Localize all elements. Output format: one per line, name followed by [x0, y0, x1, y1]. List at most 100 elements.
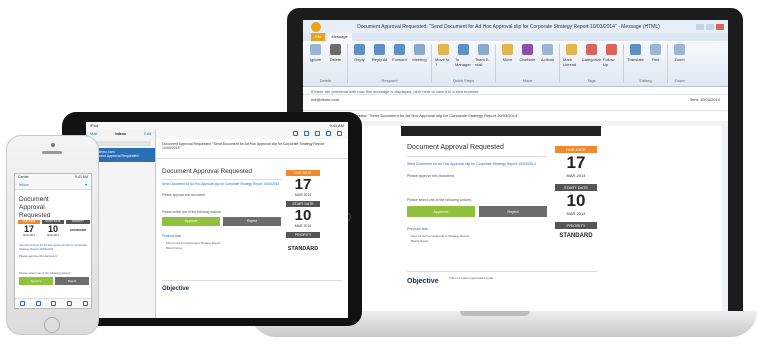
chevron-down-icon[interactable]: ▾ — [85, 182, 87, 187]
reply-all-button[interactable]: Reply All — [371, 44, 388, 62]
vertical-scrollbar[interactable] — [722, 126, 728, 311]
phone-due-day: 17 — [23, 224, 34, 234]
tablet-carrier: iPad — [90, 123, 99, 128]
inbox-title: Inbox — [115, 131, 127, 136]
tab-message[interactable]: Message — [327, 33, 352, 41]
info-bar[interactable]: If there are problems with how this mess… — [303, 87, 728, 95]
tablet-priority-value: STANDARD — [287, 246, 319, 252]
team-email-icon — [478, 44, 489, 55]
tablet-priority-label: PRIORITY — [286, 232, 320, 238]
find-button[interactable]: Find — [647, 44, 664, 62]
priority-label: PRIORITY — [555, 222, 597, 229]
move-to-button[interactable]: Move to: ? — [435, 44, 452, 67]
tablet-document-link[interactable]: Send Document for Ad Hoc Approval slip f… — [162, 182, 282, 186]
onenote-button[interactable]: OneNote — [519, 44, 536, 62]
ribbon-tabs: File Message — [303, 33, 728, 41]
footer-note: This is a system generated email. — [449, 276, 494, 280]
meeting-icon — [414, 44, 425, 55]
tablet-reject-button[interactable]: Reject — [223, 217, 281, 226]
delete-button[interactable]: Delete — [327, 44, 344, 62]
phone-start-month: MAR 2014 — [47, 234, 59, 237]
folder-icon[interactable] — [304, 131, 309, 136]
zoom-icon — [674, 44, 685, 55]
compose-icon[interactable] — [337, 131, 342, 136]
search-input[interactable] — [90, 141, 151, 146]
forward-button[interactable]: Forward — [391, 44, 408, 62]
phone-priority-block: PRIORITY STANDARD — [66, 220, 90, 232]
translate-icon — [630, 44, 641, 55]
to-manager-button[interactable]: To Manager — [455, 44, 472, 67]
compose-icon[interactable] — [82, 301, 88, 306]
team-email-button[interactable]: Team E-mail — [475, 44, 492, 67]
phone-reject-button[interactable]: Reject — [55, 277, 89, 285]
zoom-button[interactable]: Zoom — [671, 44, 688, 62]
tablet-inbox-nav: Mail Inbox Edit — [86, 129, 155, 139]
ignore-button[interactable]: Ignore — [307, 44, 324, 62]
tablet-screen: iPad 9:41 AM Mail Inbox Edit ecf@demo.co… — [86, 122, 348, 318]
previous-task-line-1: Sent for Ad hoc Approval to Strategy Rep… — [411, 234, 470, 238]
edit-button[interactable]: Edit — [144, 131, 151, 137]
reply-icon[interactable] — [326, 131, 331, 136]
due-date-label: DUE DATE — [555, 146, 597, 153]
meeting-button[interactable]: Meeting — [411, 44, 428, 62]
phone-approve-button[interactable]: Approve — [19, 277, 53, 285]
maximize-icon[interactable] — [706, 23, 714, 30]
due-day: 17 — [566, 153, 586, 172]
phone-document-link[interactable]: Send Document for Ad Hoc Approval slip f… — [19, 243, 89, 251]
approve-button[interactable]: Approve — [407, 206, 475, 217]
tablet-previous-task-label: Previous task — [162, 234, 182, 238]
move-label: Move — [502, 57, 513, 62]
tablet-previous-task-line-2: Brand Owner — [166, 246, 183, 250]
trash-icon[interactable] — [51, 301, 57, 306]
email-heading: Document Approval Requested — [407, 144, 504, 151]
phone-back-button[interactable]: Inbox — [19, 182, 29, 187]
outlook-app-icon[interactable] — [311, 21, 321, 32]
follow-up-button[interactable]: Follow Up — [603, 44, 620, 67]
tab-file[interactable]: File — [311, 33, 326, 41]
move-button[interactable]: Move — [499, 44, 516, 62]
ribbon-group-quick-steps: Move to: ? To Manager Team E-mail Quick … — [435, 44, 496, 83]
follow-up-label: Follow Up — [603, 57, 615, 67]
phone-priority-value: STANDARD — [69, 228, 87, 232]
forward-label: Forward — [392, 57, 407, 62]
tablet-status-bar: iPad 9:41 AM — [86, 122, 348, 129]
previous-task-label: Previous task — [407, 227, 429, 231]
group-label-tags: Tags — [587, 78, 596, 83]
trash-icon[interactable] — [315, 131, 320, 136]
phone-home-button[interactable] — [44, 317, 60, 333]
folder-icon[interactable] — [35, 301, 41, 306]
flag-icon — [606, 44, 617, 55]
close-icon[interactable] — [716, 23, 724, 30]
reject-button[interactable]: Reject — [479, 206, 547, 217]
mark-unread-button[interactable]: Mark Unread — [563, 44, 580, 67]
delete-icon — [330, 44, 341, 55]
minimize-icon[interactable] — [696, 23, 704, 30]
from-address[interactable]: ecf@demo.com — [311, 97, 339, 108]
document-link[interactable]: Send Document for Ad Hoc Approval slip f… — [407, 162, 547, 166]
tablet-start-day: 10 — [294, 207, 312, 224]
objective-logo: Objective — [407, 278, 439, 285]
move-icon — [502, 44, 513, 55]
group-label-quick-steps: Quick Steps — [452, 78, 475, 83]
phone-email-instruction: Please select one of the following actio… — [19, 271, 71, 275]
phone-email-heading: Document Approval Requested — [19, 196, 51, 219]
flag-icon[interactable] — [293, 131, 298, 136]
actions-button[interactable]: Actions — [539, 44, 556, 62]
delete-label: Delete — [329, 57, 342, 62]
reply-icon[interactable] — [67, 301, 73, 306]
ribbon: Ignore Delete Delete Reply Reply All For… — [303, 41, 728, 87]
phone-nav-bar: Inbox ▾ — [15, 180, 91, 190]
categorize-button[interactable]: Categorize — [582, 44, 601, 62]
group-label-delete: Delete — [319, 78, 332, 83]
tablet-approve-button[interactable]: Approve — [162, 217, 220, 226]
translate-button[interactable]: Translate — [627, 44, 644, 62]
ignore-icon — [310, 44, 321, 55]
manager-icon — [458, 44, 469, 55]
tablet-heading-divider — [162, 179, 282, 180]
categorize-icon — [586, 44, 597, 55]
phone-clock: 9:41 AM — [75, 175, 88, 179]
phone-priority-label: PRIORITY — [66, 220, 90, 224]
reply-button[interactable]: Reply — [351, 44, 368, 62]
flag-icon[interactable] — [20, 301, 26, 306]
due-month: MAR 2014 — [566, 173, 586, 178]
